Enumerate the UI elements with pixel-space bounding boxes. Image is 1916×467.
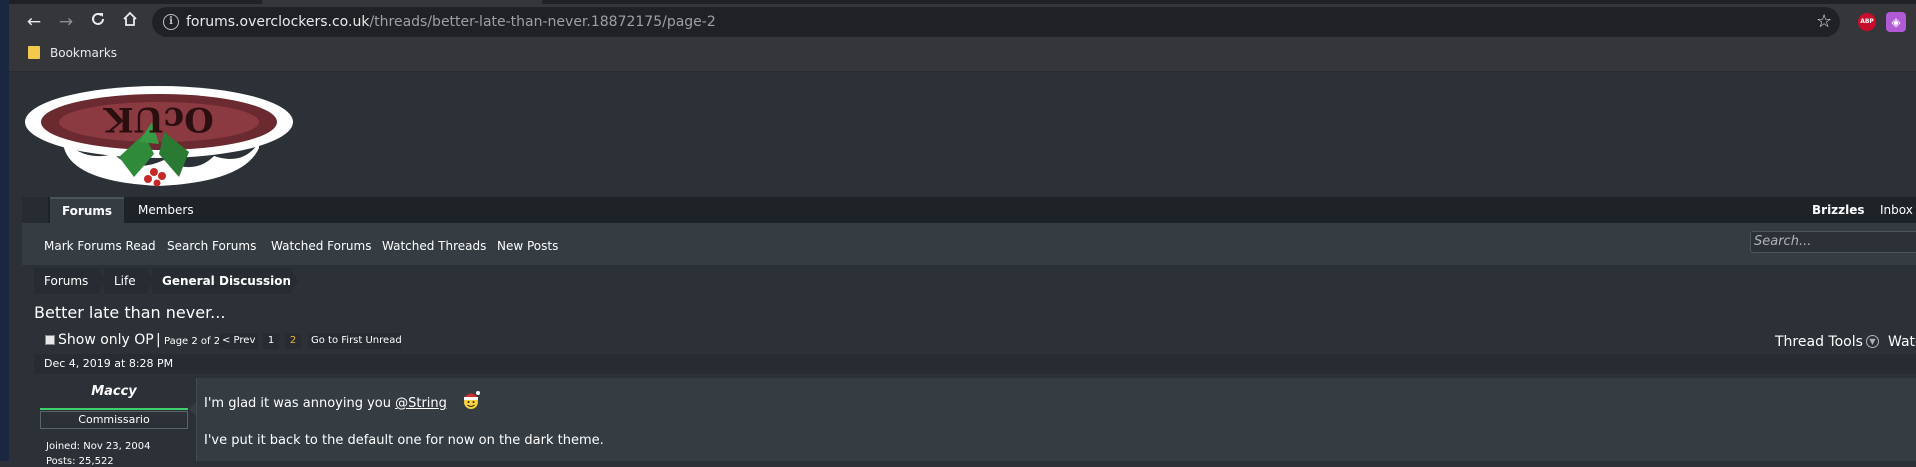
show-only-op-checkbox[interactable] [45,335,55,345]
divider: | [156,332,161,348]
post-body [196,378,1916,461]
post-text-line: I'm glad it was annoying you @String [204,396,447,411]
page-count: Page 2 of 2 [164,336,221,347]
extension-icon[interactable]: ◈ [1886,12,1906,32]
search-placeholder: Search... [1754,234,1812,249]
watched-forums-link[interactable]: Watched Forums [271,239,371,253]
site-logo[interactable]: OcUK [24,82,294,197]
post-body-pointer [189,402,196,416]
breadcrumb-separator [290,268,298,294]
url-text[interactable]: forums.overclockers.co.uk/threads/better… [186,14,716,30]
main-navbar [22,197,1916,223]
thread-tools-menu[interactable]: Thread Tools [1775,334,1863,350]
watched-threads-link[interactable]: Watched Threads [382,239,486,253]
mark-forums-read-link[interactable]: Mark Forums Read [44,239,156,253]
post-header [34,354,1916,374]
url-path: /threads/better-late-than-never.18872175… [369,14,716,30]
back-arrow-icon[interactable]: ← [22,10,46,34]
thread-title: Better late than never... [34,303,226,322]
site-info-icon[interactable]: i [163,14,179,30]
show-only-op-label[interactable]: Show only OP [58,332,154,348]
tab-forums[interactable]: Forums [50,197,124,224]
folder-icon [28,46,40,59]
bookmarks-bar [9,40,1916,72]
watch-thread-link[interactable]: Watc [1888,334,1916,350]
home-icon[interactable] [118,10,142,34]
post-text-line-2: I've put it back to the default one for … [204,433,604,448]
bookmark-star-icon[interactable]: ☆ [1816,11,1832,32]
nav-home-tab[interactable] [22,197,48,223]
desktop-wallpaper-edge [0,0,9,461]
pager-page-1[interactable]: 1 [263,333,279,349]
online-status-bar [40,408,188,410]
bookmarks-folder-label[interactable]: Bookmarks [50,46,117,60]
post-date[interactable]: Dec 4, 2019 at 8:28 PM [44,357,173,370]
adblock-plus-icon[interactable]: ABP [1858,13,1876,31]
post-text: I'm glad it was annoying you [204,396,396,411]
abp-label: ABP [1860,18,1874,25]
forward-arrow-icon[interactable]: → [54,10,78,34]
breadcrumb-forums[interactable]: Forums [34,268,98,294]
user-post-count: Posts: 25,522 [46,456,114,467]
breadcrumb-general-discussion[interactable]: General Discussion [152,268,291,294]
breadcrumb-life[interactable]: Life [104,268,146,294]
search-forums-link[interactable]: Search Forums [167,239,256,253]
user-joined-date: Joined: Nov 23, 2004 [46,441,151,452]
pager-page-2[interactable]: 2 [285,333,301,349]
chevron-down-icon[interactable]: ▼ [1866,335,1879,348]
pager-prev-button[interactable]: < Prev [219,333,258,349]
user-title-badge: Commissario [40,411,188,429]
user-mention-link[interactable]: @String [395,396,447,411]
tab-members[interactable]: Members [138,203,194,217]
inbox-link[interactable]: Inbox [1880,203,1913,217]
post-author[interactable]: Maccy [40,384,188,399]
reload-icon[interactable] [86,10,110,34]
account-username[interactable]: Brizzles [1812,203,1865,217]
logo-text: OcUK [103,99,214,139]
santa-smiley-icon [464,391,480,409]
go-to-first-unread-button[interactable]: Go to First Unread [308,333,402,349]
url-host: forums.overclockers.co.uk [186,14,370,30]
new-posts-link[interactable]: New Posts [497,239,558,253]
